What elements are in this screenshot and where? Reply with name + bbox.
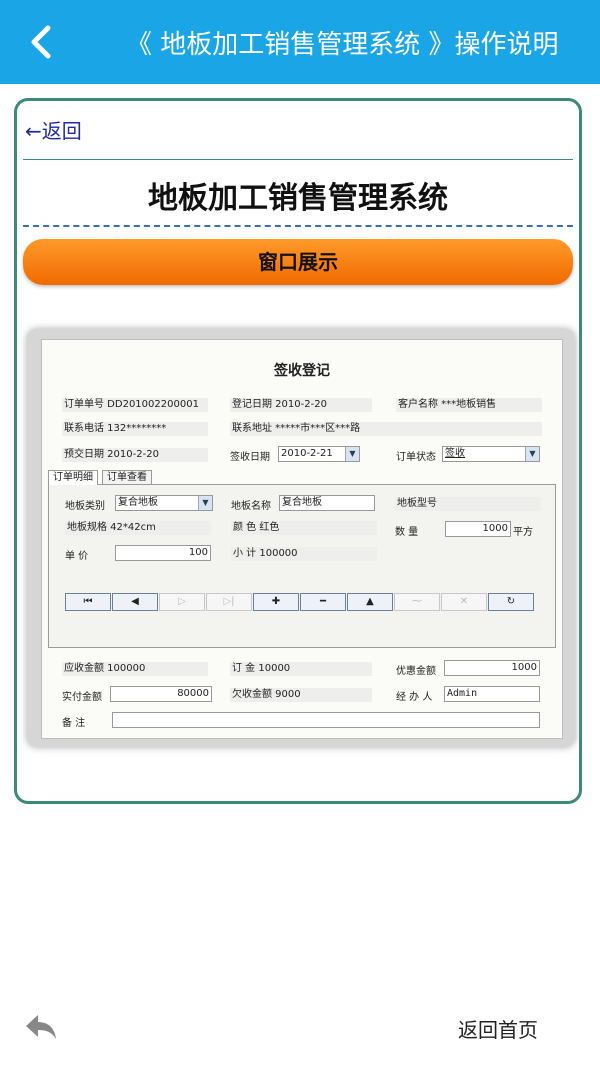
floor-type-select[interactable]: 复合地板 ▼ [115,495,213,511]
color: 颜 色 红色 [231,521,377,535]
document-title: 地板加工销售管理系统 [148,181,448,216]
content-card: ←返回 地板加工销售管理系统 窗口展示 签收登记 订单单号 DD20100220… [14,98,582,804]
divider [23,159,573,160]
price-label: 单 价 [65,551,89,562]
floor-type-value: 复合地板 [118,497,158,508]
floor-spec: 地板规格 42*42cm [65,521,211,535]
paid-input[interactable]: 80000 [110,686,212,702]
tab-order-view[interactable]: 订单查看 [102,470,152,485]
sign-date-input[interactable]: 2010-2-21 ▼ [278,446,360,462]
sign-in-form-screenshot: 签收登记 订单单号 DD201002200001 登记日期 2010-2-20 … [41,339,563,739]
window-display-button[interactable]: 窗口展示 [23,239,573,285]
order-status-select[interactable]: 签收 ▼ [442,446,540,462]
quantity-label: 数 量 [395,527,419,538]
owed-amount: 欠收金额 9000 [230,688,372,702]
price-input[interactable]: 100 [115,545,211,561]
order-status-value: 签收 [445,448,465,459]
edit-record-button[interactable]: ▲ [347,593,393,611]
subtotal: 小 计 100000 [231,547,377,561]
last-record-button[interactable]: ▷| [206,593,252,611]
register-date: 登记日期 2010-2-20 [230,398,372,412]
paid-label: 实付金额 [62,692,102,703]
sign-date-label: 签收日期 [230,452,270,463]
discount-input[interactable]: 1000 [444,660,540,676]
order-detail-panel: 地板类别 复合地板 ▼ 地板名称 复合地板 地板型号 地板规格 42*42cm … [48,484,556,648]
page-title: 《 地板加工销售管理系统 》操作说明 [126,30,559,60]
refresh-button[interactable]: ↻ [488,593,534,611]
deposit-amount: 订 金 10000 [230,662,372,676]
remark-label: 备 注 [62,718,86,729]
order-no: 订单单号 DD201002200001 [62,398,208,412]
address: 联系地址 *****市***区***路 [230,422,542,436]
dashed-divider [23,225,573,227]
phone: 联系电话 132******** [62,422,208,436]
floor-model: 地板型号 [395,497,541,511]
remark-input[interactable] [112,712,540,728]
save-record-button[interactable]: ⁓ [394,593,440,611]
home-link[interactable]: 返回首页 [458,1014,538,1043]
delete-record-button[interactable]: ━ [300,593,346,611]
pre-delivery-date: 预交日期 2010-2-20 [62,448,208,462]
tab-order-detail[interactable]: 订单明细 [48,470,98,485]
unit-label: 平方 [513,527,533,538]
floor-name-label: 地板名称 [231,501,271,512]
sign-date-value: 2010-2-21 [281,448,333,459]
handler-label: 经 办 人 [396,692,433,703]
back-chevron-icon[interactable] [24,22,64,62]
next-record-button[interactable]: ▷ [159,593,205,611]
back-arrow-icon[interactable] [24,1012,58,1042]
discount-label: 优惠金额 [396,666,436,677]
handler-input[interactable]: Admin [444,686,540,702]
cancel-record-button[interactable]: ✕ [441,593,487,611]
order-status-label: 订单状态 [396,452,436,463]
prev-record-button[interactable]: ◀ [112,593,158,611]
screenshot-frame: 签收登记 订单单号 DD201002200001 登记日期 2010-2-20 … [27,329,575,747]
chevron-down-icon[interactable]: ▼ [198,496,212,510]
back-link[interactable]: ←返回 [25,115,82,144]
quantity-input[interactable]: 1000 [445,521,511,537]
top-bar: 《 地板加工销售管理系统 》操作说明 [0,0,600,84]
floor-name-input[interactable]: 复合地板 [279,495,375,511]
form-title: 签收登记 [274,363,330,379]
chevron-down-icon[interactable]: ▼ [345,447,359,461]
first-record-button[interactable]: ⏮ [65,593,111,611]
floor-type-label: 地板类别 [65,501,105,512]
add-record-button[interactable]: ✚ [253,593,299,611]
receivable-amount: 应收金额 100000 [62,662,208,676]
customer-name: 客户名称 ***地板销售 [396,398,542,412]
chevron-down-icon[interactable]: ▼ [525,447,539,461]
